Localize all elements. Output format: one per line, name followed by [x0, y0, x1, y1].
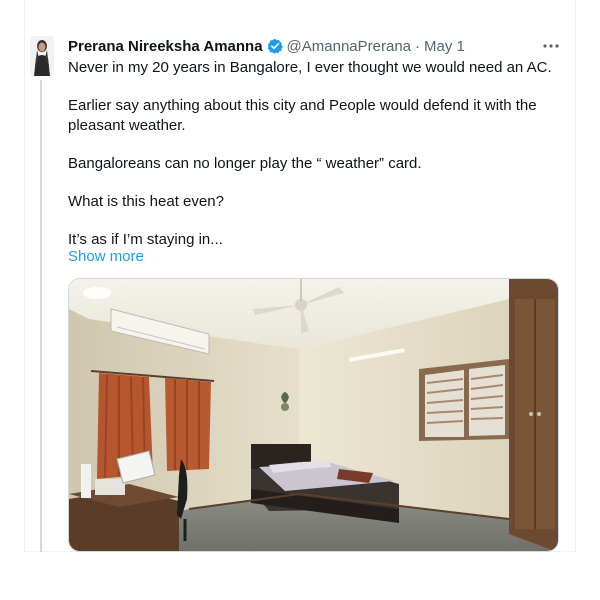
thread-line — [40, 80, 42, 552]
tweet-paragraph: Bangaloreans can no longer play the “ we… — [68, 155, 422, 172]
verified-badge-icon — [267, 38, 283, 54]
more-horizontal-icon — [543, 44, 559, 48]
show-more-link[interactable]: Show more — [68, 247, 144, 267]
tweet-date[interactable]: May 1 — [424, 38, 465, 55]
avatar[interactable] — [30, 36, 54, 76]
more-options-button[interactable] — [540, 36, 562, 56]
author-handle[interactable]: @AmannaPrerana — [287, 38, 411, 55]
tweet-paragraph: Earlier say anything about this city and… — [68, 97, 537, 134]
tweet-paragraph: What is this heat even? — [68, 193, 224, 210]
tweet-paragraph: Never in my 20 years in Bangalore, I eve… — [68, 59, 552, 76]
tweet-media-photo[interactable] — [68, 278, 559, 552]
tweet-header: Prerana Nireeksha Amanna @AmannaPrerana … — [68, 36, 465, 56]
tweet-text: Never in my 20 years in Bangalore, I eve… — [68, 58, 558, 250]
header-separator: · — [415, 37, 421, 55]
author-name[interactable]: Prerana Nireeksha Amanna — [68, 38, 263, 55]
